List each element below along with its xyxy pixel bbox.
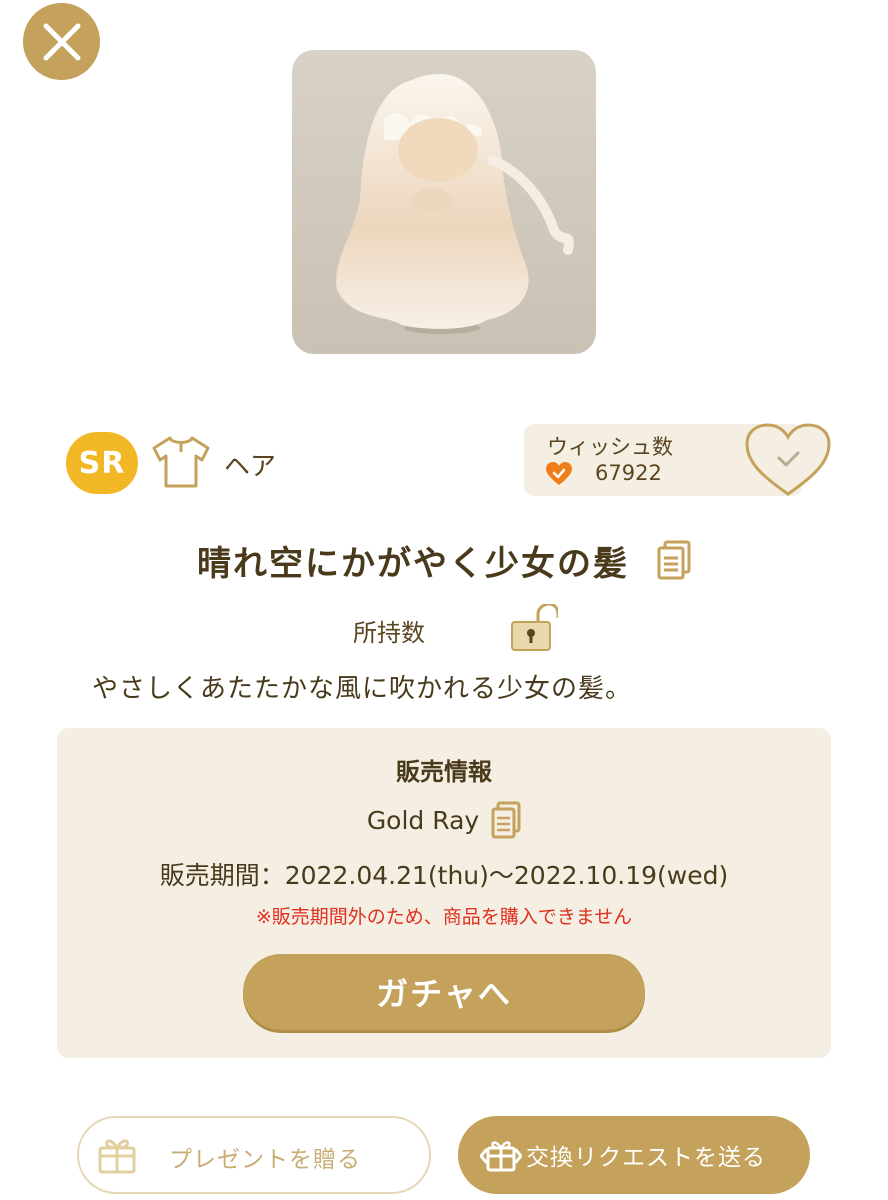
category-label: ヘア [224, 452, 277, 482]
sale-period: 販売期間：2022.04.21(thu)〜2022.10.19(wed) [159, 861, 729, 890]
item-title: 晴れ空にかがやく少女の髪 [197, 543, 629, 584]
item-meta-row: SR ヘア ウィッシュ数 67922 [66, 423, 831, 498]
shirt-icon [152, 436, 210, 488]
sale-heading: 販売情報 [396, 758, 492, 786]
exchange-gift-icon [480, 1141, 522, 1172]
wish-count: 67922 [595, 461, 662, 485]
send-exchange-request-button[interactable]: 交換リクエストを送る [458, 1116, 810, 1194]
send-present-label: プレゼントを贈る [169, 1147, 361, 1173]
item-description: やさしくあたたかな風に吹かれる少女の髪。 [92, 674, 633, 704]
unlocked-padlock-icon [511, 604, 558, 651]
close-button[interactable] [23, 3, 100, 80]
heart-check-icon[interactable] [744, 422, 832, 498]
sale-info-panel: 販売情報 Gold Ray 販売期間：2022.04.21(thu)〜2022.… [57, 728, 831, 1058]
heart-icon [546, 462, 572, 485]
owned-count-row: 所持数 [353, 604, 573, 651]
close-icon [43, 23, 80, 60]
rarity-badge: SR [66, 432, 138, 494]
send-exchange-request-label: 交換リクエストを送る [526, 1145, 766, 1171]
sale-warning: ※販売期間外のため、商品を購入できません [255, 906, 633, 928]
gacha-name-row: Gold Ray [57, 798, 831, 842]
wish-label: ウィッシュ数 [547, 435, 673, 459]
owned-label: 所持数 [353, 619, 425, 647]
gacha-name: Gold Ray [366, 805, 480, 835]
send-present-button[interactable]: プレゼントを贈る [77, 1116, 431, 1194]
go-to-gacha-button[interactable]: ガチャへ [243, 954, 645, 1030]
item-title-row: 晴れ空にかがやく少女の髪 [0, 530, 888, 590]
copy-icon[interactable] [491, 801, 521, 839]
copy-icon[interactable] [657, 540, 691, 580]
gift-icon [98, 1139, 136, 1174]
item-image [292, 50, 596, 354]
